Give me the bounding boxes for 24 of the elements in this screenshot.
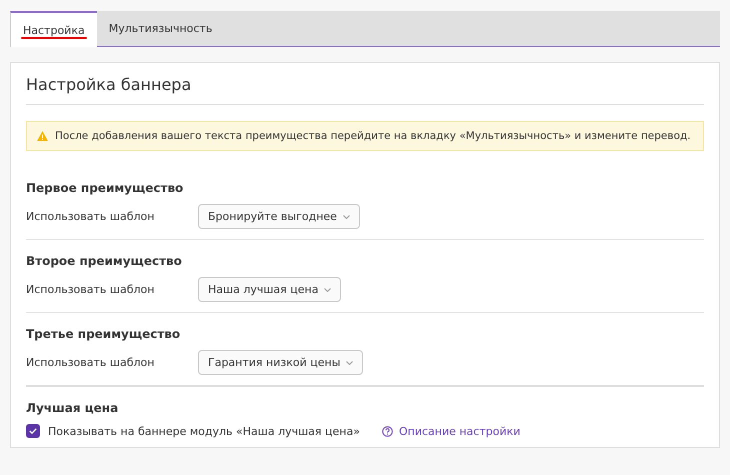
template-dropdown[interactable]: Наша лучшая цена (198, 277, 342, 302)
underline-mark (21, 37, 87, 39)
tab[interactable]: Мультиязычность (96, 11, 224, 46)
section-heading: Лучшая цена (26, 401, 120, 415)
template-dropdown[interactable]: Гарантия низкой цены (198, 350, 364, 375)
field-label: Использовать шаблон (26, 356, 156, 369)
section-heading: Второе преимущество (26, 254, 183, 268)
field-label: Использовать шаблон (26, 283, 156, 296)
template-dropdown[interactable]: Бронируйте выгоднее (198, 204, 360, 229)
section-heading: Третье преимущество (26, 327, 182, 341)
help-link[interactable]: Описание настройки (382, 424, 520, 438)
question-icon (382, 426, 393, 436)
section-heading: Первое преимущество (26, 181, 184, 195)
checkbox[interactable] (26, 424, 40, 438)
chevron-down-icon (342, 214, 350, 218)
tab[interactable]: Настройка (10, 11, 97, 47)
chevron-down-icon (324, 288, 332, 292)
field-label: Использовать шаблон (26, 210, 156, 223)
alert-text: После добавления вашего текста преимущества перейдите на вкладку «Мультиязычность» и измените перевод. (55, 130, 691, 142)
check-icon (29, 428, 37, 434)
chevron-down-icon (346, 360, 354, 364)
panel-title: Настройка баннера (26, 63, 704, 105)
warning-icon (37, 131, 48, 141)
checkbox-label: Показывать на баннере модуль «Наша лучшая цена» (48, 424, 360, 438)
